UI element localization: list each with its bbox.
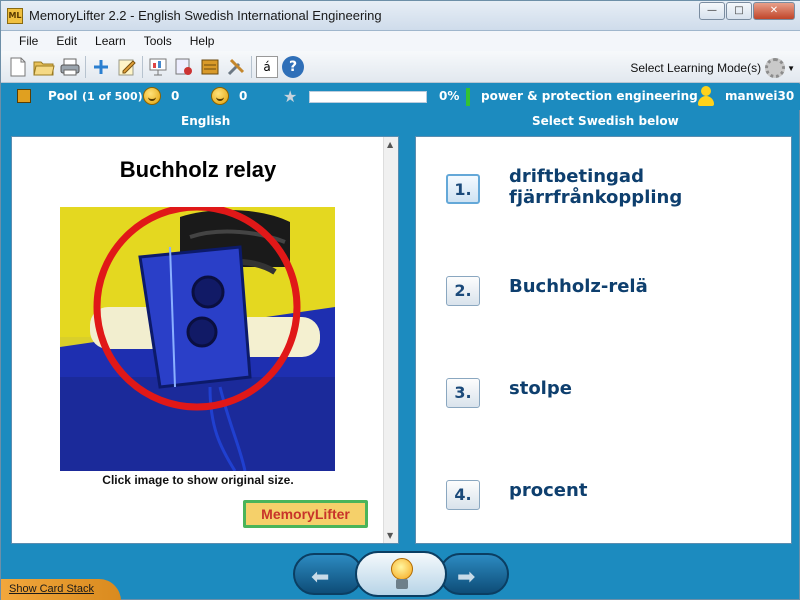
menu-bar: File Edit Learn Tools Help xyxy=(1,31,800,51)
status-bar: Pool (1 of 500) 0 0 ★ 0% power & protect… xyxy=(1,84,800,110)
progress-bar xyxy=(309,91,427,103)
answer-number-button[interactable]: 4. xyxy=(446,480,480,510)
chevron-down-icon: ▼ xyxy=(787,63,795,73)
card-image[interactable] xyxy=(60,207,335,471)
user-name: manwei30 xyxy=(725,89,795,103)
arrow-right-icon: ➡ xyxy=(457,565,476,590)
answer-panel: 1. driftbetingad fjärrfrånkoppling 2. Bu… xyxy=(415,136,792,544)
answer-text[interactable]: stolpe xyxy=(509,378,769,399)
print-icon[interactable] xyxy=(59,56,81,78)
scroll-up-icon[interactable]: ▲ xyxy=(387,140,393,149)
pool-icon xyxy=(17,89,31,103)
question-column-header: English xyxy=(181,114,231,128)
toolbar: á ? Select Learning Mode(s) ▼ xyxy=(1,51,800,83)
app-icon: ML xyxy=(7,8,23,24)
title-bar: ML MemoryLifter 2.2 - English Swedish In… xyxy=(1,1,800,31)
pool-label: Pool xyxy=(48,89,78,103)
answer-option[interactable]: 2. Buchholz-relä xyxy=(446,276,769,306)
user-icon xyxy=(697,86,715,106)
character-map-icon[interactable]: á xyxy=(256,55,278,78)
star-icon: ★ xyxy=(283,87,298,106)
help-icon[interactable]: ? xyxy=(282,55,304,78)
toolbar-separator xyxy=(142,55,143,78)
answer-option[interactable]: 3. stolpe xyxy=(446,378,769,408)
menu-edit[interactable]: Edit xyxy=(47,34,86,48)
previous-card-button[interactable]: ⬅ xyxy=(293,553,363,595)
toolbar-separator xyxy=(85,55,86,78)
pool-count: (1 of 500) xyxy=(82,90,143,103)
maximize-button[interactable]: □ xyxy=(726,2,752,20)
happy-face-icon xyxy=(143,87,161,105)
show-card-stack-link[interactable]: Show Card Stack xyxy=(9,583,94,595)
edit-icon[interactable] xyxy=(116,56,138,78)
menu-tools[interactable]: Tools xyxy=(135,34,181,48)
arrow-left-icon: ⬅ xyxy=(311,565,330,590)
memorylifter-logo: MemoryLifter xyxy=(243,500,368,528)
correct-count: 0 xyxy=(171,89,180,103)
progress-percent: 0% xyxy=(439,89,460,103)
card-box-icon[interactable] xyxy=(199,56,221,78)
toolbar-separator xyxy=(251,55,252,78)
menu-help[interactable]: Help xyxy=(181,34,224,48)
answer-number-button[interactable]: 2. xyxy=(446,276,480,306)
category-marker xyxy=(466,88,470,106)
new-file-icon[interactable] xyxy=(7,56,29,78)
open-folder-icon[interactable] xyxy=(33,56,55,78)
card-navigation: ⬅ ➡ xyxy=(293,551,509,597)
image-hint: Click image to show original size. xyxy=(102,473,294,487)
lightbulb-icon xyxy=(391,558,413,580)
next-card-button[interactable]: ➡ xyxy=(439,553,509,595)
sad-face-icon xyxy=(211,87,229,105)
add-icon[interactable] xyxy=(90,56,112,78)
answer-column-header: Select Swedish below xyxy=(532,114,679,128)
gear-icon xyxy=(765,58,786,78)
lightbulb-base xyxy=(396,579,408,589)
category-label: power & protection engineering xyxy=(481,89,698,103)
learning-mode-select[interactable]: Select Learning Mode(s) ▼ xyxy=(630,58,795,78)
show-card-stack-tab[interactable]: Show Card Stack xyxy=(1,579,121,600)
app-window: ML MemoryLifter 2.2 - English Swedish In… xyxy=(0,0,800,600)
answer-number-button[interactable]: 1. xyxy=(446,174,480,204)
presentation-icon[interactable] xyxy=(147,56,169,78)
question-scrollbar[interactable]: ▲ ▼ xyxy=(383,137,398,543)
answer-text[interactable]: driftbetingad fjärrfrånkoppling xyxy=(509,166,769,208)
answer-option[interactable]: 4. procent xyxy=(446,480,769,510)
answer-option[interactable]: 1. driftbetingad fjärrfrånkoppling xyxy=(446,166,769,208)
hint-button[interactable] xyxy=(355,551,447,597)
close-button[interactable]: ✕ xyxy=(753,2,795,20)
menu-learn[interactable]: Learn xyxy=(86,34,135,48)
scroll-down-icon[interactable]: ▼ xyxy=(387,531,393,540)
wrong-count: 0 xyxy=(239,89,248,103)
learning-mode-label: Select Learning Mode(s) xyxy=(630,61,762,75)
window-controls: — □ ✕ xyxy=(698,2,795,20)
answer-number-button[interactable]: 3. xyxy=(446,378,480,408)
answer-text[interactable]: Buchholz-relä xyxy=(509,276,769,297)
answer-text[interactable]: procent xyxy=(509,480,769,501)
minimize-button[interactable]: — xyxy=(699,2,725,20)
cards-icon[interactable] xyxy=(173,56,195,78)
settings-tools-icon[interactable] xyxy=(225,56,247,78)
menu-file[interactable]: File xyxy=(1,34,47,48)
window-title: MemoryLifter 2.2 - English Swedish Inter… xyxy=(29,8,382,23)
question-panel: Buchholz relay Click image to show origi… xyxy=(11,136,399,544)
question-text: Buchholz relay xyxy=(119,157,277,182)
